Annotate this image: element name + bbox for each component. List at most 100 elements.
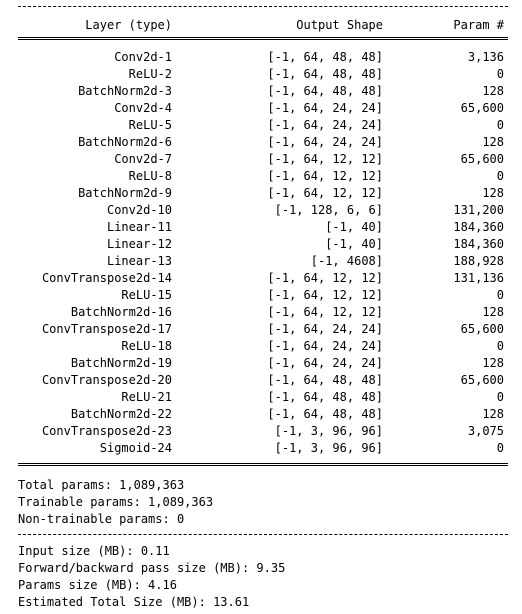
output-shape: [-1, 64, 24, 24] — [267, 101, 383, 115]
output-shape: [-1, 128, 6, 6] — [274, 203, 383, 217]
table-row: BatchNorm2d-22 [-1, 64, 48, 48] 128 — [18, 406, 508, 423]
table-row: ConvTranspose2d-17 [-1, 64, 24, 24] 65,600 — [18, 321, 508, 338]
table-row: ReLU-15 [-1, 64, 12, 12] 0 — [18, 287, 508, 304]
layer-name: BatchNorm2d-6 — [78, 135, 172, 149]
summary-header: Layer (type) Output Shape Param # — [18, 15, 508, 35]
table-row: BatchNorm2d-16 [-1, 64, 12, 12] 128 — [18, 304, 508, 321]
param-count: 131,136 — [453, 271, 504, 285]
layer-name: ConvTranspose2d-14 — [41, 271, 172, 285]
layer-name: BatchNorm2d-3 — [78, 84, 172, 98]
layer-name: Linear-13 — [106, 254, 172, 268]
table-row: ReLU-5 [-1, 64, 24, 24] 0 — [18, 117, 508, 134]
param-count: 0 — [496, 288, 504, 302]
total-params: Total params: 1,089,363 — [18, 478, 185, 492]
param-count: 128 — [482, 305, 504, 319]
size-summary: Input size (MB): 0.11 Forward/backward p… — [18, 543, 508, 611]
param-count: 128 — [482, 356, 504, 370]
layer-name: ReLU-18 — [121, 339, 172, 353]
table-row: ReLU-8 [-1, 64, 12, 12] 0 — [18, 168, 508, 185]
output-shape: [-1, 64, 24, 24] — [267, 339, 383, 353]
table-row: BatchNorm2d-3 [-1, 64, 48, 48] 128 — [18, 83, 508, 100]
param-count: 0 — [496, 441, 504, 455]
output-shape: [-1, 64, 24, 24] — [267, 118, 383, 132]
table-row: ReLU-2 [-1, 64, 48, 48] 0 — [18, 66, 508, 83]
output-shape: [-1, 3, 96, 96] — [274, 441, 383, 455]
layer-name: ConvTranspose2d-23 — [41, 424, 172, 438]
table-row: BatchNorm2d-6 [-1, 64, 24, 24] 128 — [18, 134, 508, 151]
param-count: 128 — [482, 84, 504, 98]
table-row: BatchNorm2d-19 [-1, 64, 24, 24] 128 — [18, 355, 508, 372]
trainable-params: Trainable params: 1,089,363 — [18, 495, 214, 509]
params-summary: Total params: 1,089,363 Trainable params… — [18, 475, 508, 528]
layer-name: Linear-11 — [106, 220, 172, 234]
table-row: Linear-13 [-1, 4608] 188,928 — [18, 253, 508, 270]
header-output-shape: Output Shape — [296, 18, 383, 32]
layer-name: ReLU-21 — [121, 390, 172, 404]
layer-name: Conv2d-4 — [114, 101, 172, 115]
param-count: 184,360 — [453, 220, 504, 234]
param-count: 0 — [496, 169, 504, 183]
output-shape: [-1, 64, 48, 48] — [267, 84, 383, 98]
output-shape: [-1, 64, 12, 12] — [267, 305, 383, 319]
table-row: Linear-11 [-1, 40] 184,360 — [18, 219, 508, 236]
layer-table: Conv2d-1 [-1, 64, 48, 48] 3,136 ReLU-2 [-1, … — [18, 49, 508, 457]
table-row: ReLU-21 [-1, 64, 48, 48] 0 — [18, 389, 508, 406]
divider-header — [18, 37, 508, 45]
layer-name: ReLU-2 — [128, 67, 172, 81]
output-shape: [-1, 64, 12, 12] — [267, 186, 383, 200]
layer-name: ConvTranspose2d-20 — [41, 373, 172, 387]
output-shape: [-1, 64, 12, 12] — [267, 271, 383, 285]
output-shape: [-1, 64, 48, 48] — [267, 407, 383, 421]
table-row: ReLU-18 [-1, 64, 24, 24] 0 — [18, 338, 508, 355]
header-param-count: Param # — [453, 18, 504, 32]
param-count: 0 — [496, 67, 504, 81]
param-count: 0 — [496, 390, 504, 404]
param-count: 65,600 — [460, 101, 504, 115]
forward-backward-size: Forward/backward pass size (MB): 9.35 — [18, 561, 286, 575]
output-shape: [-1, 64, 12, 12] — [267, 152, 383, 166]
output-shape: [-1, 64, 12, 12] — [267, 288, 383, 302]
param-count: 3,136 — [467, 50, 504, 64]
layer-name: Sigmoid-24 — [99, 441, 172, 455]
param-count: 65,600 — [460, 322, 504, 336]
param-count: 188,928 — [453, 254, 504, 268]
layer-name: BatchNorm2d-22 — [70, 407, 172, 421]
param-count: 0 — [496, 339, 504, 353]
output-shape: [-1, 40] — [325, 237, 383, 251]
table-row: Conv2d-7 [-1, 64, 12, 12] 65,600 — [18, 151, 508, 168]
layer-name: ReLU-8 — [128, 169, 172, 183]
layer-name: BatchNorm2d-16 — [70, 305, 172, 319]
table-row: ConvTranspose2d-14 [-1, 64, 12, 12] 131,13… — [18, 270, 508, 287]
table-row: ConvTranspose2d-23 [-1, 3, 96, 96] 3,075 — [18, 423, 508, 440]
divider-top — [18, 6, 508, 15]
output-shape: [-1, 64, 24, 24] — [267, 135, 383, 149]
layer-name: Conv2d-7 — [114, 152, 172, 166]
non-trainable-params: Non-trainable params: 0 — [18, 512, 185, 526]
divider-middle — [18, 534, 508, 543]
params-size: Params size (MB): 4.16 — [18, 578, 177, 592]
param-count: 128 — [482, 135, 504, 149]
layer-name: Linear-12 — [106, 237, 172, 251]
header-layer: Layer (type) — [85, 18, 172, 32]
table-row: Conv2d-10 [-1, 128, 6, 6] 131,200 — [18, 202, 508, 219]
table-row: ConvTranspose2d-20 [-1, 64, 48, 48] 65,600 — [18, 372, 508, 389]
output-shape: [-1, 64, 48, 48] — [267, 390, 383, 404]
param-count: 128 — [482, 186, 504, 200]
param-count: 128 — [482, 407, 504, 421]
output-shape: [-1, 3, 96, 96] — [274, 424, 383, 438]
layer-name: Conv2d-1 — [114, 50, 172, 64]
output-shape: [-1, 4608] — [310, 254, 383, 268]
estimated-total-size: Estimated Total Size (MB): 13.61 — [18, 595, 250, 609]
layer-name: Conv2d-10 — [106, 203, 172, 217]
param-count: 65,600 — [460, 373, 504, 387]
output-shape: [-1, 64, 12, 12] — [267, 169, 383, 183]
model-summary: Layer (type) Output Shape Param # Conv2d… — [0, 0, 508, 611]
param-count: 0 — [496, 118, 504, 132]
layer-name: BatchNorm2d-9 — [78, 186, 172, 200]
layer-name: ConvTranspose2d-17 — [41, 322, 172, 336]
layer-name: BatchNorm2d-19 — [70, 356, 172, 370]
output-shape: [-1, 64, 24, 24] — [267, 356, 383, 370]
divider-table-end — [18, 463, 508, 471]
output-shape: [-1, 40] — [325, 220, 383, 234]
table-row: Sigmoid-24 [-1, 3, 96, 96] 0 — [18, 440, 508, 457]
